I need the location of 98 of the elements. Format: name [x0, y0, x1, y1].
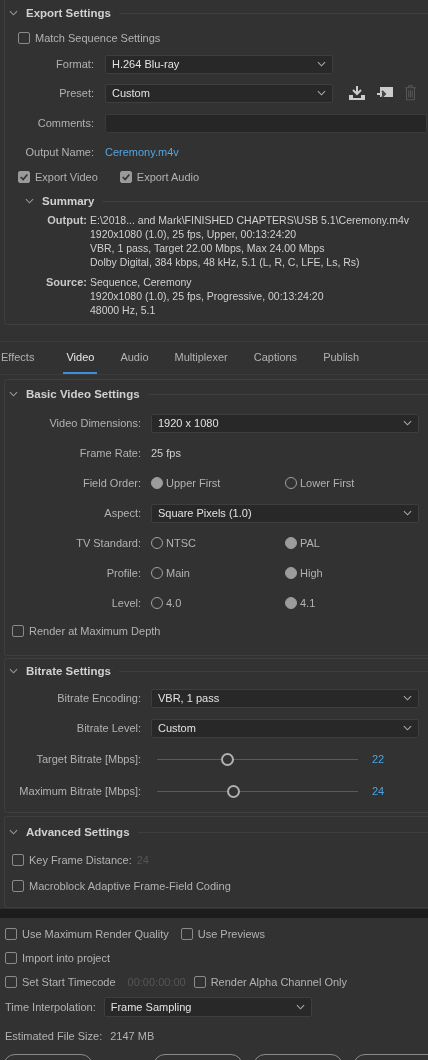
dropdown[interactable]: Square Pixels (1.0)	[151, 503, 419, 523]
checkbox[interactable]	[12, 625, 24, 637]
download-icon[interactable]	[348, 85, 366, 101]
radio-button[interactable]	[285, 567, 297, 579]
field-label: TV Standard:	[75, 537, 141, 549]
checkbox-label: Use Maximum Render Quality	[22, 928, 169, 940]
checkbox[interactable]	[5, 928, 17, 940]
slider-thumb[interactable]	[221, 752, 235, 766]
checkbox[interactable]	[12, 854, 24, 866]
field-label: Field Order:	[81, 477, 141, 489]
checkbox-label: Export Audio	[136, 171, 200, 183]
radio-label: 4.0	[166, 597, 182, 609]
field-label: Format:	[55, 58, 94, 70]
dropdown[interactable]: VBR, 1 pass	[151, 688, 419, 708]
output-name-link[interactable]: Ceremony.m4v	[105, 145, 179, 158]
field-label: Preset:	[58, 87, 94, 99]
dropdown[interactable]: H.264 Blu-ray	[105, 54, 333, 74]
field-label: Aspect:	[103, 507, 141, 519]
dropdown[interactable]: 1920 x 1080	[151, 413, 419, 433]
section-title: Advanced Settings	[26, 826, 130, 838]
checkbox[interactable]	[5, 952, 17, 964]
checkbox-label: Set Start Timecode	[22, 976, 116, 988]
summary-line: VBR, 1 pass, Target 22.00 Mbps, Max 24.00 Mbps	[90, 241, 326, 255]
tab[interactable]: Video	[63, 342, 98, 374]
checkbox[interactable]	[180, 928, 193, 940]
slider-value[interactable]: 24	[372, 785, 385, 797]
radio-label: Main	[166, 567, 190, 579]
summary-line: Dolby Digital, 384 kbps, 48 kHz, 5.1 (L, R, C, LFE, Ls, Rs)	[90, 255, 361, 269]
field-label: Bitrate Level:	[75, 722, 141, 734]
field-value: 25 fps	[151, 447, 181, 459]
field-label: Time Interpolation:	[5, 1001, 96, 1013]
checkbox-label: Match Sequence Settings	[35, 32, 161, 44]
summary-line: E:\2018... and Mark\FINISHED CHAPTERS\USB 5.1\Ceremony.m4v	[90, 213, 409, 227]
radio-label: Upper First	[166, 477, 221, 489]
chevron-down-icon[interactable]	[9, 10, 18, 16]
field-label: Target Bitrate [Mbps]:	[35, 753, 141, 765]
field-label: Estimated File Size:	[5, 1030, 103, 1042]
caret-icon	[403, 510, 412, 516]
checkbox-label: Import into project	[22, 952, 111, 964]
summary-line: 48000 Hz, 5.1	[90, 303, 157, 317]
summary-line: 1920x1080 (1.0), 25 fps, Progressive, 00:13:24:20	[90, 289, 324, 303]
checkbox[interactable]	[12, 880, 24, 892]
field-label: Video Dimensions:	[48, 417, 141, 429]
summary-label: Source:	[45, 275, 87, 290]
checkbox[interactable]	[193, 976, 206, 988]
section-title: Bitrate Settings	[26, 665, 111, 677]
section-title: Export Settings	[26, 7, 111, 19]
radio-label: 4.1	[300, 597, 316, 609]
radio-label: High	[300, 567, 323, 579]
tab[interactable]: Multiplexer	[171, 342, 231, 374]
field-label: Profile:	[105, 567, 141, 579]
field-label: Level:	[110, 597, 141, 609]
checkbox[interactable]	[18, 32, 30, 44]
field-value: 2147 MB	[110, 1030, 155, 1042]
checkbox[interactable]	[119, 171, 132, 183]
field-label: Maximum Bitrate [Mbps]:	[18, 785, 141, 797]
checkbox-label: Render Alpha Channel Only	[210, 976, 348, 988]
caret-icon	[317, 90, 326, 96]
chevron-down-icon[interactable]	[9, 829, 18, 835]
field-label: Output Name:	[24, 145, 94, 158]
summary-title: Summary	[42, 195, 95, 207]
chevron-down-icon[interactable]	[9, 391, 18, 397]
caret-icon	[403, 725, 412, 731]
section-title: Basic Video Settings	[26, 388, 140, 400]
chevron-down-icon[interactable]	[9, 668, 18, 674]
tab[interactable]: Publish	[320, 342, 363, 374]
caret-icon	[403, 695, 412, 701]
radio-label: Lower First	[300, 477, 355, 489]
caret-icon	[295, 1004, 305, 1010]
field-label: Comments:	[36, 117, 94, 129]
checkbox-label: Key Frame Distance:	[29, 854, 132, 866]
summary-label: Output:	[46, 213, 87, 228]
radio-label: NTSC	[166, 537, 196, 549]
checkbox[interactable]	[18, 171, 30, 183]
checkbox-label: Use Previews	[197, 928, 265, 940]
summary-line: 1920x1080 (1.0), 25 fps, Upper, 00:13:24:20	[90, 227, 298, 241]
caret-icon	[317, 61, 326, 67]
checkbox-label: Macroblock Adaptive Frame-Field Coding	[29, 880, 231, 892]
radio-button[interactable]	[285, 537, 297, 549]
caret-icon	[403, 420, 412, 426]
tab[interactable]: Effects	[0, 342, 38, 374]
slider-value[interactable]: 22	[372, 753, 385, 765]
tab[interactable]: Captions	[250, 342, 301, 374]
summary-line: Sequence, Ceremony	[90, 275, 193, 289]
radio-button[interactable]	[285, 597, 297, 609]
slider-thumb[interactable]	[227, 784, 241, 798]
field-label: Frame Rate:	[78, 447, 141, 459]
radio-button[interactable]	[151, 477, 163, 489]
tab[interactable]: Audio	[117, 342, 152, 374]
chevron-down-icon[interactable]	[25, 198, 34, 204]
field-label: Bitrate Encoding:	[56, 692, 141, 704]
radio-label: PAL	[300, 537, 320, 549]
dropdown[interactable]: Frame Sampling	[103, 997, 312, 1017]
checkbox-label: Export Video	[35, 171, 98, 183]
dropdown[interactable]: Custom	[151, 718, 419, 738]
checkbox-label: Render at Maximum Depth	[29, 625, 161, 637]
dropdown[interactable]: Custom	[105, 83, 333, 103]
checkbox[interactable]	[5, 976, 17, 988]
